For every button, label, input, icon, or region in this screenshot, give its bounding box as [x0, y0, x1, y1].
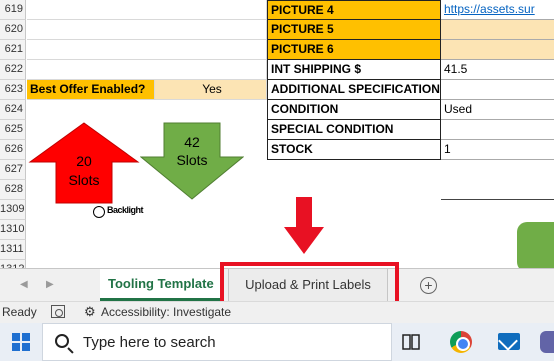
- task-view-icon[interactable]: [402, 334, 420, 350]
- backlight-radio[interactable]: [93, 206, 105, 218]
- field-value-special-condition[interactable]: [441, 120, 554, 140]
- green-action-button[interactable]: [517, 222, 554, 268]
- mail-icon[interactable]: [498, 333, 520, 350]
- search-icon: [55, 334, 69, 348]
- chrome-icon[interactable]: [450, 331, 472, 353]
- row-header[interactable]: 624: [0, 100, 26, 120]
- field-value-stock[interactable]: 1: [441, 140, 554, 160]
- spreadsheet-grid[interactable]: 619 620 621 622 623 624 625 626 627 628 …: [0, 0, 554, 268]
- status-bar: Ready ⚙ Accessibility: Investigate: [0, 301, 554, 323]
- field-value-int-shipping[interactable]: 41.5: [441, 60, 554, 80]
- best-offer-label[interactable]: Best Offer Enabled?: [27, 80, 155, 100]
- field-label-stock[interactable]: STOCK: [267, 140, 441, 160]
- field-label-picture-5[interactable]: PICTURE 5: [267, 20, 441, 40]
- field-label-int-shipping[interactable]: INT SHIPPING $: [267, 60, 441, 80]
- tab-scroll-left-icon[interactable]: ◀: [20, 279, 28, 290]
- slots-down-count: 42: [184, 134, 200, 150]
- field-value-picture-5[interactable]: [441, 20, 554, 40]
- windows-icon[interactable]: [12, 333, 30, 351]
- status-ready: Ready: [2, 305, 37, 319]
- field-value-picture-4[interactable]: https://assets.sur: [441, 0, 554, 20]
- row-header[interactable]: 623: [0, 80, 26, 100]
- slots-down-label: Slots: [176, 152, 208, 168]
- field-label-additional-specs[interactable]: ADDITIONAL SPECIFICATIONS: [267, 80, 441, 100]
- accessibility-status[interactable]: Accessibility: Investigate: [101, 305, 231, 319]
- field-value-picture-6[interactable]: [441, 40, 554, 60]
- row-header[interactable]: 621: [0, 40, 26, 60]
- field-value-additional-specs[interactable]: [441, 80, 554, 100]
- best-offer-value[interactable]: Yes: [155, 80, 267, 100]
- row-header[interactable]: 619: [0, 0, 26, 20]
- tab-tooling-template[interactable]: Tooling Template: [100, 269, 222, 301]
- tab-scroll-right-icon[interactable]: ▶: [46, 279, 54, 290]
- row-header[interactable]: 625: [0, 120, 26, 140]
- callout-arrow-icon: [284, 197, 324, 254]
- field-label-picture-6[interactable]: PICTURE 6: [267, 40, 441, 60]
- row-header[interactable]: 628: [0, 180, 26, 200]
- field-label-condition[interactable]: CONDITION: [267, 100, 441, 120]
- row-header[interactable]: 627: [0, 160, 26, 180]
- cell-border: [441, 199, 554, 200]
- row-header[interactable]: 620: [0, 20, 26, 40]
- field-value-condition[interactable]: Used: [441, 100, 554, 120]
- row-header[interactable]: 626: [0, 140, 26, 160]
- backlight-radio-label[interactable]: Backlight: [107, 205, 144, 215]
- row-header[interactable]: 622: [0, 60, 26, 80]
- search-placeholder: Type here to search: [83, 334, 216, 351]
- field-label-special-condition[interactable]: SPECIAL CONDITION: [267, 120, 441, 140]
- row-header[interactable]: 1309: [0, 200, 26, 220]
- field-label-picture-4[interactable]: PICTURE 4: [267, 0, 441, 20]
- taskbar-search-box[interactable]: Type here to search: [42, 323, 392, 361]
- add-sheet-button[interactable]: +: [420, 277, 437, 294]
- row-header[interactable]: 1311: [0, 240, 26, 260]
- slots-up-count: 20: [76, 153, 92, 169]
- accessibility-icon[interactable]: ⚙: [84, 304, 96, 320]
- windows-taskbar: Type here to search: [0, 323, 554, 361]
- teams-icon[interactable]: [540, 331, 554, 353]
- row-header[interactable]: 1312: [0, 260, 26, 268]
- slots-up-label: Slots: [68, 172, 100, 188]
- row-header[interactable]: 1310: [0, 220, 26, 240]
- macro-recording-icon[interactable]: [51, 305, 65, 318]
